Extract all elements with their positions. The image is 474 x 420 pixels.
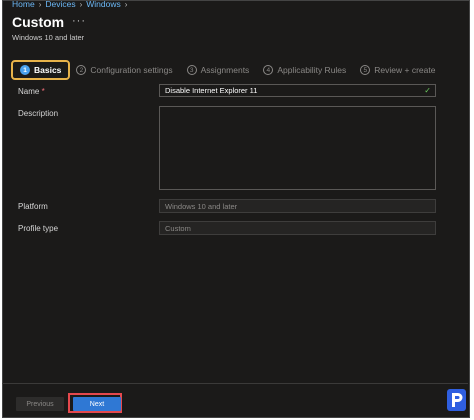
page-title: Custom: [12, 14, 65, 30]
step-number: 2: [76, 65, 87, 75]
step-label: Basics: [34, 65, 62, 75]
wizard-steps: 1 Basics 2 Configuration settings 3 Assi…: [11, 59, 449, 81]
platform-field: Windows 10 and later: [159, 199, 436, 213]
more-options-icon[interactable]: ···: [72, 15, 86, 27]
description-label: Description: [18, 109, 59, 118]
brand-logo-icon: [447, 389, 466, 411]
chevron-right-icon: ›: [79, 0, 83, 9]
step-number: 4: [263, 65, 274, 75]
breadcrumb: Home › Devices › Windows ›: [12, 0, 127, 9]
name-input-value: Disable Internet Explorer 11: [165, 86, 258, 95]
previous-button[interactable]: Previous: [16, 397, 64, 411]
tab-assignments[interactable]: 3 Assignments: [186, 65, 250, 75]
step-label: Review + create: [374, 65, 436, 75]
breadcrumb-windows[interactable]: Windows: [86, 0, 120, 9]
tab-applicability-rules[interactable]: 4 Applicability Rules: [263, 65, 346, 75]
breadcrumb-devices[interactable]: Devices: [45, 0, 75, 9]
name-label: Name *: [18, 87, 45, 96]
breadcrumb-home[interactable]: Home: [12, 0, 35, 9]
step-number: 5: [360, 65, 371, 75]
platform-label: Platform: [18, 202, 48, 211]
step-label: Assignments: [200, 65, 250, 75]
step-number: 1: [20, 65, 30, 75]
chevron-right-icon: ›: [38, 0, 42, 9]
next-button[interactable]: Next: [73, 397, 121, 411]
profile-type-field: Custom: [159, 221, 436, 235]
step-label: Applicability Rules: [277, 65, 347, 75]
description-input[interactable]: [159, 106, 436, 190]
step-number: 3: [186, 65, 197, 75]
tab-basics[interactable]: 1 Basics: [11, 60, 71, 80]
tab-configuration-settings[interactable]: 2 Configuration settings: [76, 65, 173, 75]
footer-divider: [2, 383, 468, 384]
checkmark-icon: ✓: [424, 86, 431, 95]
tab-review-create[interactable]: 5 Review + create: [360, 65, 435, 75]
platform-value: Windows 10 and later: [165, 201, 238, 211]
step-label: Configuration settings: [90, 65, 173, 75]
name-input[interactable]: Disable Internet Explorer 11 ✓: [159, 84, 436, 97]
name-label-text: Name: [18, 87, 40, 96]
required-mark: *: [41, 87, 45, 96]
chevron-right-icon: ›: [124, 0, 128, 9]
profile-type-value: Custom: [165, 223, 191, 233]
page-subtitle: Windows 10 and later: [12, 33, 85, 42]
logo-glyph: [452, 393, 463, 407]
profile-type-label: Profile type: [18, 224, 59, 233]
